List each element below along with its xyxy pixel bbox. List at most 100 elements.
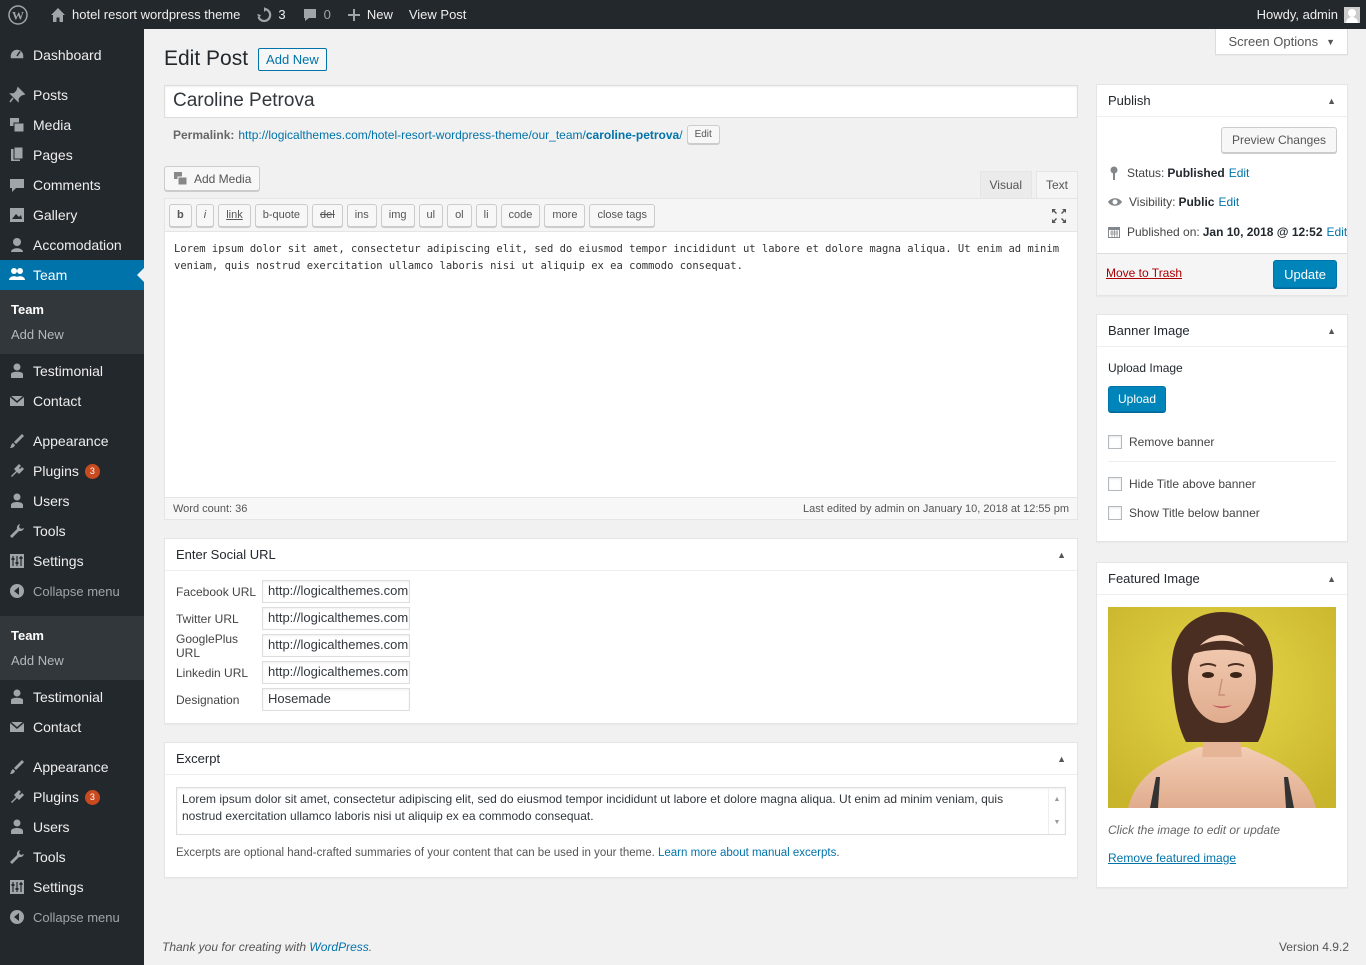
- edit-status-link[interactable]: Edit: [1229, 166, 1250, 180]
- triangle-up-icon[interactable]: ▲: [1057, 754, 1066, 764]
- featured-image-header[interactable]: Featured Image ▲: [1097, 563, 1347, 595]
- menu-dashboard[interactable]: Dashboard: [0, 40, 144, 70]
- field-label: Facebook URL: [176, 584, 257, 599]
- publish-actions: Move to Trash Update: [1097, 253, 1347, 295]
- qt-li-button[interactable]: li: [475, 203, 497, 227]
- hide-title-row: Hide Title above banner: [1108, 477, 1256, 491]
- banner-image-header[interactable]: Banner Image ▲: [1097, 315, 1347, 347]
- qt-close-tags-button[interactable]: close tags: [589, 203, 655, 227]
- menu-team[interactable]: Team: [0, 260, 144, 290]
- qt-img-button[interactable]: img: [380, 203, 415, 227]
- menu-testimonial[interactable]: Testimonial: [0, 356, 144, 386]
- menu-contact[interactable]: Contact: [0, 386, 144, 416]
- remove-banner-checkbox[interactable]: [1108, 435, 1122, 449]
- edit-visibility-link[interactable]: Edit: [1218, 195, 1239, 209]
- post-title-input[interactable]: Caroline Petrova: [164, 85, 1078, 118]
- menu-tools[interactable]: Tools: [0, 842, 144, 872]
- menu-testimonial[interactable]: Testimonial: [0, 682, 144, 712]
- fullscreen-icon[interactable]: [1051, 208, 1067, 227]
- qt-ol-button[interactable]: ol: [447, 203, 472, 227]
- add-media-button[interactable]: Add Media: [164, 166, 261, 191]
- linkedin-url-input[interactable]: http://logicalthemes.com: [262, 661, 410, 684]
- update-button[interactable]: Update: [1273, 260, 1337, 288]
- menu-users[interactable]: Users: [0, 486, 144, 516]
- new-content-link[interactable]: New: [339, 0, 401, 29]
- submenu-add-new[interactable]: Add New: [11, 648, 144, 673]
- hide-title-checkbox[interactable]: [1108, 477, 1122, 491]
- comments-link[interactable]: 0: [294, 0, 339, 29]
- menu-users[interactable]: Users: [0, 812, 144, 842]
- scroll-up-icon[interactable]: ▲: [1054, 791, 1061, 808]
- edit-date-link[interactable]: Edit: [1327, 225, 1348, 239]
- googleplus-url-input[interactable]: http://logicalthemes.com: [262, 634, 410, 657]
- permalink-url[interactable]: http://logicalthemes.com/hotel-resort-wo…: [238, 128, 682, 142]
- social-row-linkedin: Linkedin URL http://logicalthemes.com: [165, 659, 1077, 686]
- qt-ul-button[interactable]: ul: [418, 203, 444, 227]
- triangle-up-icon[interactable]: ▲: [1057, 550, 1066, 560]
- submenu-add-new[interactable]: Add New: [11, 322, 144, 347]
- learn-more-excerpts-link[interactable]: Learn more about manual excerpts: [658, 847, 836, 859]
- excerpt-header[interactable]: Excerpt ▲: [165, 743, 1077, 775]
- remove-featured-image-link[interactable]: Remove featured image: [1108, 851, 1236, 865]
- featured-image-hint: Click the image to edit or update: [1108, 823, 1281, 837]
- move-to-trash-link[interactable]: Move to Trash: [1106, 266, 1182, 280]
- qt-ins-button[interactable]: ins: [346, 203, 377, 227]
- upload-button[interactable]: Upload: [1108, 386, 1167, 412]
- menu-tools[interactable]: Tools: [0, 516, 144, 546]
- screen-options-button[interactable]: Screen Options ▼: [1215, 29, 1348, 55]
- excerpt-textarea[interactable]: Lorem ipsum dolor sit amet, consectetur …: [176, 787, 1066, 835]
- publish-header[interactable]: Publish ▲: [1097, 85, 1347, 117]
- menu-pages[interactable]: Pages: [0, 140, 144, 170]
- qt-del-button[interactable]: del: [312, 203, 343, 227]
- plugin-icon: [8, 788, 26, 806]
- my-account[interactable]: Howdy, admin: [1257, 0, 1366, 29]
- menu-appearance[interactable]: Appearance: [0, 426, 144, 456]
- tab-text[interactable]: Text: [1035, 171, 1078, 198]
- social-url-header[interactable]: Enter Social URL ▲: [165, 539, 1077, 571]
- tab-visual[interactable]: Visual: [979, 171, 1032, 198]
- preview-changes-button[interactable]: Preview Changes: [1220, 127, 1337, 153]
- qt-code-button[interactable]: code: [500, 203, 541, 227]
- menu-settings[interactable]: Settings: [0, 546, 144, 576]
- qt-bold-button[interactable]: b: [169, 203, 192, 227]
- submenu-team[interactable]: Team: [11, 623, 144, 648]
- editor-textarea[interactable]: Lorem ipsum dolor sit amet, consectetur …: [165, 232, 1077, 498]
- view-post-link[interactable]: View Post: [401, 0, 475, 29]
- submenu-team[interactable]: Team: [11, 297, 144, 322]
- menu-appearance[interactable]: Appearance: [0, 752, 144, 782]
- menu-contact[interactable]: Contact: [0, 712, 144, 742]
- featured-image[interactable]: [1108, 607, 1336, 808]
- wordpress-link[interactable]: WordPress: [309, 940, 368, 954]
- site-name-link[interactable]: hotel resort wordpress theme: [42, 0, 248, 29]
- twitter-url-input[interactable]: http://logicalthemes.com: [262, 607, 410, 630]
- show-title-checkbox[interactable]: [1108, 506, 1122, 520]
- status-line: Status: Published Edit: [1107, 165, 1249, 181]
- add-new-button[interactable]: Add New: [258, 47, 327, 71]
- triangle-up-icon[interactable]: ▲: [1327, 574, 1336, 584]
- menu-comments[interactable]: Comments: [0, 170, 144, 200]
- menu-accomodation[interactable]: Accomodation: [0, 230, 144, 260]
- triangle-up-icon[interactable]: ▲: [1327, 96, 1336, 106]
- menu-gallery[interactable]: Gallery: [0, 200, 144, 230]
- menu-plugins[interactable]: Plugins 3: [0, 782, 144, 812]
- team-submenu: Team Add New: [0, 290, 144, 354]
- menu-media[interactable]: Media: [0, 110, 144, 140]
- qt-italic-button[interactable]: i: [195, 203, 215, 227]
- designation-input[interactable]: Hosemade: [262, 688, 410, 711]
- main-content: Screen Options ▼ Edit Post Add New Carol…: [144, 29, 1366, 965]
- wordpress-logo-icon[interactable]: W: [0, 0, 42, 29]
- qt-blockquote-button[interactable]: b-quote: [254, 203, 309, 227]
- triangle-up-icon[interactable]: ▲: [1327, 326, 1336, 336]
- qt-link-button[interactable]: link: [218, 203, 251, 227]
- scrollbar[interactable]: ▲ ▼: [1048, 788, 1065, 834]
- edit-slug-button[interactable]: Edit: [686, 125, 720, 144]
- menu-posts[interactable]: Posts: [0, 80, 144, 110]
- menu-collapse[interactable]: Collapse menu: [0, 902, 144, 932]
- qt-more-button[interactable]: more: [544, 203, 586, 227]
- menu-settings[interactable]: Settings: [0, 872, 144, 902]
- facebook-url-input[interactable]: http://logicalthemes.com: [262, 580, 410, 603]
- menu-collapse[interactable]: Collapse menu: [0, 576, 144, 606]
- scroll-down-icon[interactable]: ▼: [1054, 814, 1061, 831]
- menu-plugins[interactable]: Plugins 3: [0, 456, 144, 486]
- updates-link[interactable]: 3: [248, 0, 293, 29]
